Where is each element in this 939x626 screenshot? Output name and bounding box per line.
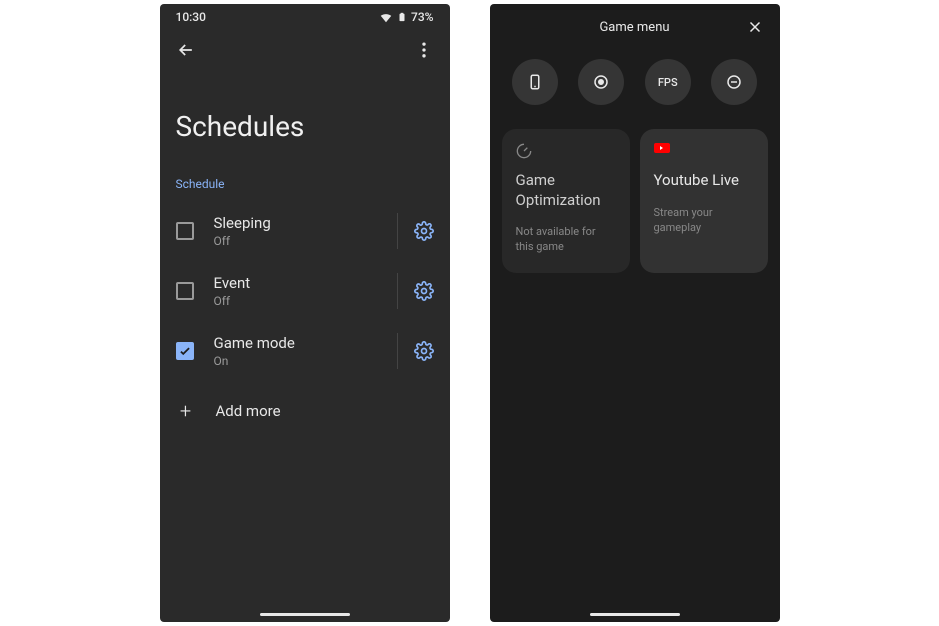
- checkbox-sleeping[interactable]: [176, 222, 194, 240]
- gear-icon: [414, 341, 434, 361]
- quick-action-row: FPS: [490, 55, 780, 129]
- schedule-title: Sleeping: [214, 214, 393, 232]
- overflow-button[interactable]: [414, 40, 434, 64]
- settings-button-event[interactable]: [402, 281, 446, 301]
- checkbox-game-mode[interactable]: [176, 342, 194, 360]
- plus-icon: +: [176, 399, 196, 423]
- record-icon: [592, 73, 610, 91]
- record-button[interactable]: [578, 59, 624, 105]
- back-button[interactable]: [176, 40, 196, 64]
- add-more-button[interactable]: + Add more: [160, 381, 450, 441]
- schedule-text: Game mode On: [214, 334, 393, 368]
- app-bar: [160, 26, 450, 74]
- schedule-row-sleeping[interactable]: Sleeping Off: [160, 201, 450, 261]
- card-sub: Stream your gameplay: [654, 205, 754, 236]
- dnd-icon: [725, 73, 743, 91]
- schedule-row-event[interactable]: Event Off: [160, 261, 450, 321]
- fps-button[interactable]: FPS: [645, 59, 691, 105]
- row-divider: [397, 213, 398, 249]
- page-title: Schedules: [160, 74, 450, 177]
- close-icon: [746, 18, 764, 36]
- schedule-title: Game mode: [214, 334, 393, 352]
- card-title: Game Optimization: [516, 171, 616, 210]
- phone-game-menu: Game menu FPS Game Optimization Not avai…: [490, 4, 780, 622]
- schedule-sub: Off: [214, 294, 393, 308]
- check-icon: [178, 344, 192, 358]
- row-divider: [397, 333, 398, 369]
- arrow-left-icon: [176, 40, 196, 60]
- card-row: Game Optimization Not available for this…: [490, 129, 780, 273]
- schedule-sub: On: [214, 354, 393, 368]
- settings-button-sleeping[interactable]: [402, 221, 446, 241]
- home-indicator[interactable]: [260, 613, 350, 616]
- close-button[interactable]: [746, 18, 764, 40]
- add-more-label: Add more: [216, 402, 281, 420]
- schedule-row-game-mode[interactable]: Game mode On: [160, 321, 450, 381]
- speedometer-icon: [516, 143, 616, 161]
- card-title: Youtube Live: [654, 171, 754, 191]
- status-right: 73%: [379, 10, 433, 24]
- schedule-title: Event: [214, 274, 393, 292]
- battery-percent: 73%: [411, 10, 433, 24]
- status-bar: 10:30 73%: [160, 4, 450, 26]
- screenshot-button[interactable]: [512, 59, 558, 105]
- home-indicator[interactable]: [590, 613, 680, 616]
- more-vert-icon: [414, 40, 434, 60]
- dnd-button[interactable]: [711, 59, 757, 105]
- wifi-icon: [379, 10, 393, 24]
- phone-schedules: 10:30 73% Schedules Schedule Sleeping Of…: [160, 4, 450, 622]
- fps-label: FPS: [658, 76, 678, 89]
- settings-button-game-mode[interactable]: [402, 341, 446, 361]
- gear-icon: [414, 221, 434, 241]
- game-menu-header: Game menu: [490, 4, 780, 55]
- game-menu-title: Game menu: [599, 20, 669, 35]
- status-time: 10:30: [176, 10, 206, 24]
- checkbox-event[interactable]: [176, 282, 194, 300]
- schedule-text: Sleeping Off: [214, 214, 393, 248]
- youtube-icon: [654, 143, 754, 161]
- schedule-sub: Off: [214, 234, 393, 248]
- gear-icon: [414, 281, 434, 301]
- section-label: Schedule: [160, 177, 450, 201]
- row-divider: [397, 273, 398, 309]
- phone-icon: [526, 73, 544, 91]
- card-youtube-live[interactable]: Youtube Live Stream your gameplay: [640, 129, 768, 273]
- battery-icon: [397, 10, 407, 24]
- schedule-text: Event Off: [214, 274, 393, 308]
- card-game-optimization[interactable]: Game Optimization Not available for this…: [502, 129, 630, 273]
- card-sub: Not available for this game: [516, 224, 616, 255]
